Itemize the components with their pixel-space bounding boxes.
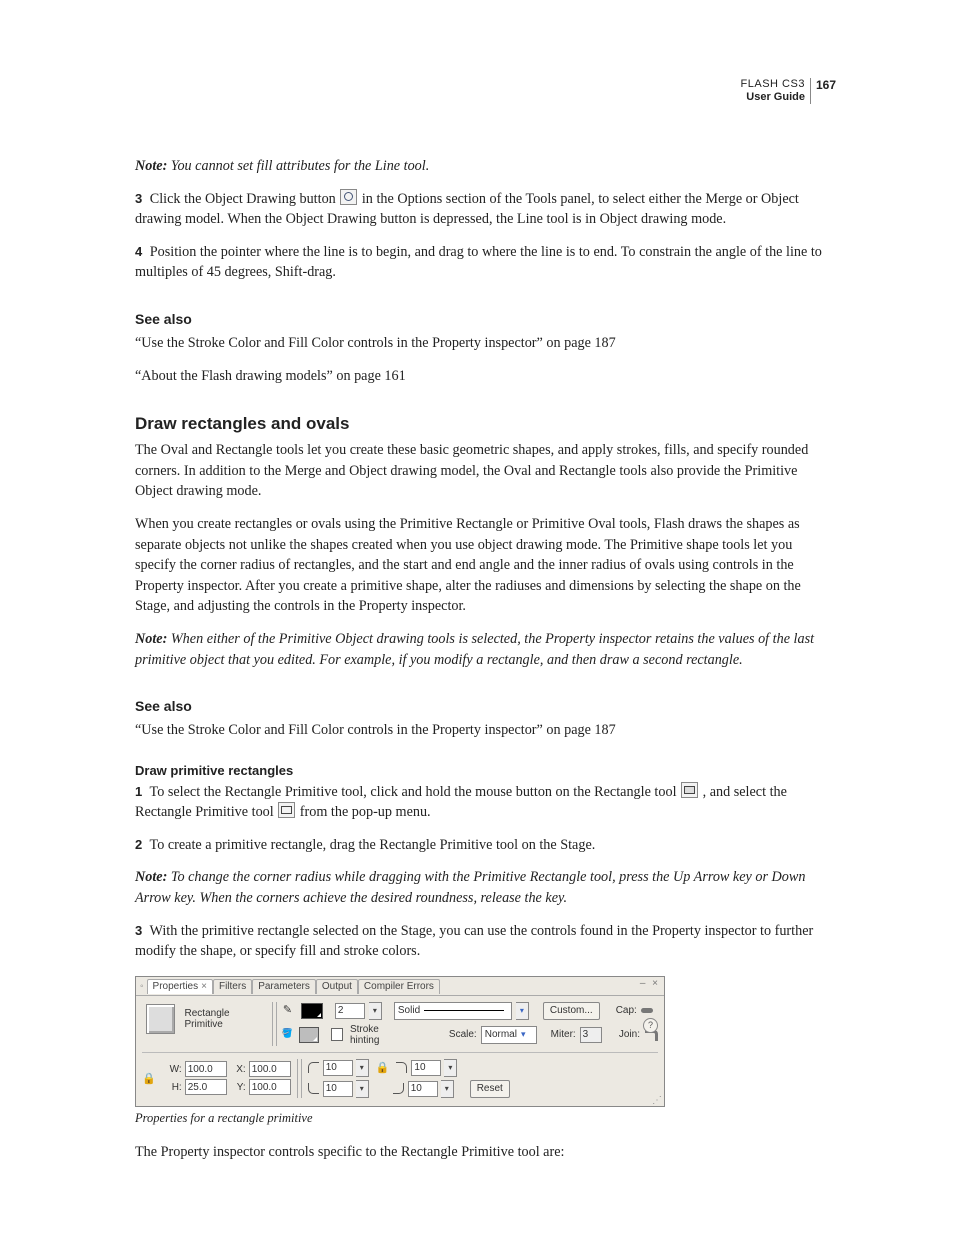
step-text-c: from the pop-up menu. <box>296 804 430 820</box>
lock-icon[interactable]: 🔒 <box>142 1072 156 1085</box>
subsection-heading: Draw primitive rectangles <box>135 763 836 778</box>
step-text: Position the pointer where the line is t… <box>135 244 822 281</box>
join-label: Join: <box>619 1029 640 1040</box>
tab-parameters[interactable]: Parameters <box>252 979 316 994</box>
miter-field[interactable]: 3 <box>580 1027 602 1043</box>
step-3: 3 Click the Object Drawing button in the… <box>135 189 836 230</box>
corner-bl-stepper[interactable]: ▾ <box>356 1080 369 1098</box>
rectangle-primitive-tool-icon <box>278 802 295 818</box>
step-number: 3 <box>135 923 142 938</box>
corner-tl-stepper[interactable]: ▾ <box>356 1059 369 1077</box>
miter-label: Miter: <box>551 1029 576 1040</box>
step-2: 2 To create a primitive rectangle, drag … <box>135 835 836 856</box>
bucket-icon <box>283 1029 296 1041</box>
h-label: H: <box>166 1082 182 1093</box>
tab-filters[interactable]: Filters <box>213 979 252 994</box>
note-body: When either of the Primitive Object draw… <box>135 631 814 668</box>
tab-output[interactable]: Output <box>316 979 358 994</box>
note-label: Note: <box>135 158 167 174</box>
step-number: 4 <box>135 244 142 259</box>
see-also-link-3: “Use the Stroke Color and Fill Color con… <box>135 720 836 741</box>
header-product: FLASH CS3 <box>741 78 805 91</box>
step-text-a: To select the Rectangle Primitive tool, … <box>150 784 681 800</box>
note-corner-radius: Note: To change the corner radius while … <box>135 867 836 908</box>
panel-tab-bar: ◦ Properties× Filters Parameters Output … <box>136 977 664 996</box>
see-also-heading: See also <box>135 698 836 714</box>
figure-caption: Properties for a rectangle primitive <box>135 1111 836 1126</box>
corner-bl-field[interactable]: 10 <box>323 1081 353 1097</box>
step-text-a: Click the Object Drawing button <box>150 191 340 207</box>
resize-grip-icon[interactable]: ⋰ <box>652 1098 662 1104</box>
stroke-hinting-label: Stroke hinting <box>350 1024 405 1046</box>
note-label: Note: <box>135 631 167 647</box>
width-field[interactable]: 100.0 <box>185 1061 227 1077</box>
tool-name-label: Rectangle Primitive <box>185 1008 267 1030</box>
see-also-link-2: “About the Flash drawing models” on page… <box>135 366 836 387</box>
corner-link-icon[interactable]: 🔒 <box>376 1061 390 1074</box>
stroke-style-select[interactable]: Solid <box>394 1002 512 1020</box>
stroke-style-arrow[interactable]: ▾ <box>516 1002 529 1020</box>
cap-label: Cap: <box>616 1005 637 1016</box>
page-header: FLASH CS3 User Guide 167 <box>741 78 836 104</box>
note-body: You cannot set fill attributes for the L… <box>167 158 429 174</box>
header-page-number: 167 <box>811 78 836 92</box>
after-figure-text: The Property inspector controls specific… <box>135 1142 836 1163</box>
tool-preview-swatch <box>146 1004 175 1034</box>
corner-tr-icon <box>396 1062 408 1074</box>
step-number: 1 <box>135 784 142 799</box>
rectangle-tool-icon <box>681 782 698 798</box>
step-1: 1 To select the Rectangle Primitive tool… <box>135 782 836 823</box>
panel-grip-icon: ◦ <box>140 981 144 992</box>
fill-color-swatch[interactable] <box>299 1027 319 1043</box>
height-field[interactable]: 25.0 <box>185 1079 227 1095</box>
scale-select[interactable]: Normal▾ <box>481 1026 538 1044</box>
stroke-color-swatch[interactable] <box>301 1003 323 1019</box>
corner-br-icon <box>393 1083 405 1095</box>
object-drawing-icon <box>340 189 357 205</box>
step-number: 2 <box>135 837 142 852</box>
pencil-icon <box>283 1005 297 1017</box>
corner-tl-field[interactable]: 10 <box>323 1060 353 1076</box>
corner-br-stepper[interactable]: ▾ <box>441 1080 454 1098</box>
section-para-2: When you create rectangles or ovals usin… <box>135 514 836 617</box>
w-label: W: <box>166 1064 182 1075</box>
header-guide: User Guide <box>741 91 805 104</box>
corner-tr-field[interactable]: 10 <box>411 1060 441 1076</box>
step-text: To create a primitive rectangle, drag th… <box>150 837 596 853</box>
dimensions-grid: W: 100.0 X: 100.0 H: 25.0 Y: 100.0 <box>166 1060 291 1096</box>
step-number: 3 <box>135 191 142 206</box>
scale-label: Scale: <box>449 1029 477 1040</box>
step-3b: 3 With the primitive rectangle selected … <box>135 921 836 962</box>
note-line-tool: Note: You cannot set fill attributes for… <box>135 156 836 177</box>
corner-tr-stepper[interactable]: ▾ <box>444 1059 457 1077</box>
note-label: Note: <box>135 869 167 885</box>
corner-tl-icon <box>308 1062 320 1074</box>
corner-br-field[interactable]: 10 <box>408 1081 438 1097</box>
section-heading: Draw rectangles and ovals <box>135 414 836 434</box>
step-text: With the primitive rectangle selected on… <box>135 923 813 960</box>
cap-icon[interactable] <box>641 1006 655 1016</box>
stroke-weight-stepper[interactable]: ▾ <box>369 1002 382 1020</box>
page-content: Note: You cannot set fill attributes for… <box>135 78 836 1162</box>
note-primitive-retain: Note: When either of the Primitive Objec… <box>135 629 836 670</box>
step-4: 4 Position the pointer where the line is… <box>135 242 836 283</box>
help-icon[interactable]: ? <box>643 1018 658 1033</box>
stroke-hinting-checkbox[interactable] <box>331 1028 343 1041</box>
corner-bl-icon <box>308 1083 320 1095</box>
reset-corners-button[interactable]: Reset <box>470 1080 510 1098</box>
see-also-heading: See also <box>135 311 836 327</box>
y-label: Y: <box>230 1082 246 1093</box>
section-para-1: The Oval and Rectangle tools let you cre… <box>135 440 836 502</box>
tab-properties[interactable]: Properties× <box>147 979 213 994</box>
x-label: X: <box>230 1064 246 1075</box>
custom-stroke-button[interactable]: Custom... <box>543 1002 600 1020</box>
stroke-weight-field[interactable]: 2 <box>335 1003 365 1019</box>
x-field[interactable]: 100.0 <box>249 1061 291 1077</box>
property-inspector-figure: ◦ Properties× Filters Parameters Output … <box>135 976 665 1107</box>
panel-window-controls[interactable]: – × <box>640 978 660 989</box>
tab-compiler-errors[interactable]: Compiler Errors <box>358 979 440 994</box>
see-also-link-1: “Use the Stroke Color and Fill Color con… <box>135 333 836 354</box>
note-body: To change the corner radius while draggi… <box>135 869 805 906</box>
y-field[interactable]: 100.0 <box>249 1079 291 1095</box>
